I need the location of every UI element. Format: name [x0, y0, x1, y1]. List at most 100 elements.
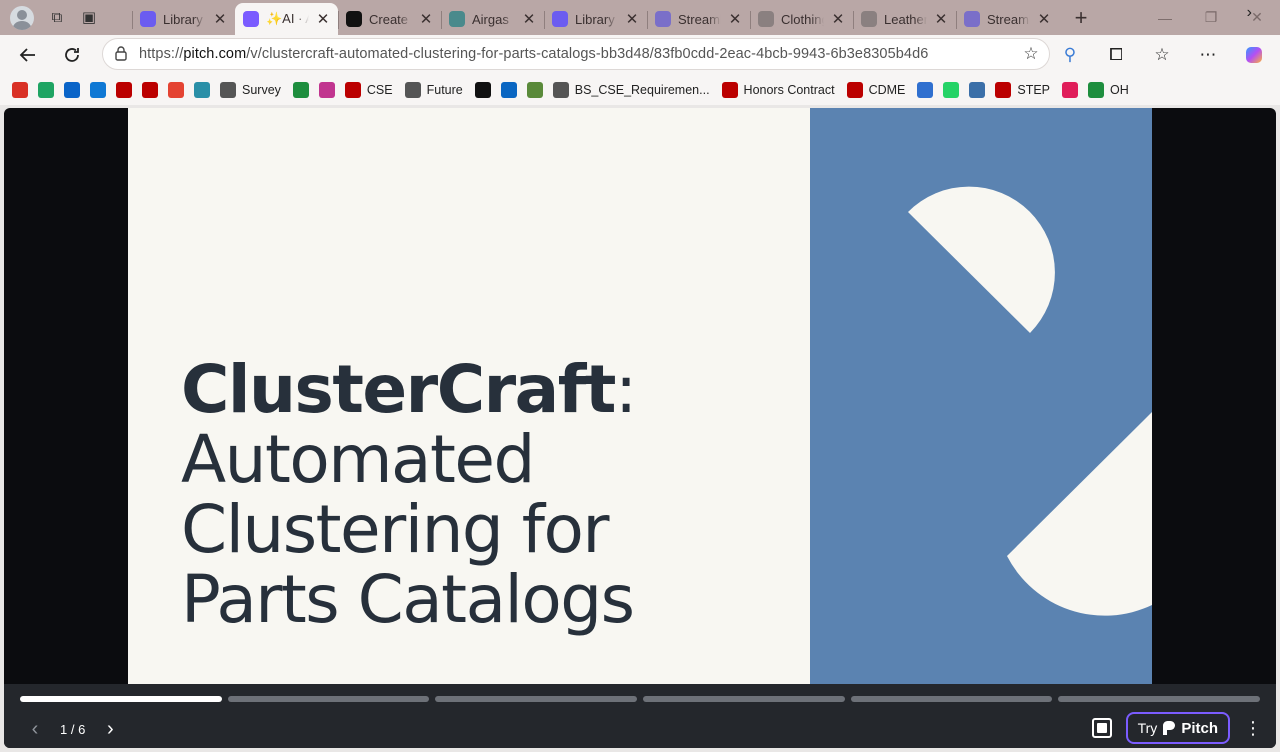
progress-segment[interactable] [227, 696, 430, 702]
url-text[interactable]: https://pitch.com/v/clustercraft-automat… [139, 46, 1013, 62]
profile-avatar[interactable] [10, 5, 34, 30]
next-slide-chevron-icon[interactable]: › [101, 718, 119, 741]
settings-more-icon[interactable]: ⋯ [1190, 37, 1226, 73]
bookmark-item[interactable] [1062, 77, 1088, 103]
bookmark-item[interactable] [917, 77, 943, 103]
bookmark-item[interactable] [90, 77, 116, 103]
bookmark-item[interactable] [12, 77, 38, 103]
outlook-icon [64, 82, 80, 98]
pitch-p-icon [194, 82, 210, 98]
pitch-logo-icon [1163, 721, 1176, 735]
onedrive-icon [90, 82, 106, 98]
browser-tab[interactable]: ✨AI · AI ✕ [235, 3, 338, 35]
bookmark-item[interactable] [292, 77, 319, 103]
bookmark-item[interactable]: STEP [995, 77, 1062, 103]
tab-close-icon[interactable]: ✕ [419, 10, 433, 28]
tab-actions-icon[interactable]: ▣ [80, 9, 98, 27]
previous-slide-chevron-icon[interactable]: ‹ [26, 718, 44, 741]
progress-segment[interactable] [20, 696, 222, 702]
presentation-viewer: ClusterCraft: Automated Clustering for P… [4, 108, 1276, 748]
bookmark-item[interactable] [969, 77, 995, 103]
tab-close-icon[interactable]: ✕ [522, 10, 536, 28]
bookmark-item[interactable]: CSE [344, 77, 405, 103]
bookmarks-overflow-chevron-icon[interactable]: › [1247, 4, 1252, 22]
tab-close-icon[interactable]: ✕ [1037, 10, 1051, 28]
bookmark-item[interactable]: CDME [846, 77, 918, 103]
progress-segment[interactable] [435, 696, 638, 702]
restore-icon[interactable]: ❐ [1188, 0, 1234, 35]
bookmark-item[interactable] [142, 77, 168, 103]
progress-segment[interactable] [850, 696, 1053, 702]
tab-label: Library [575, 11, 615, 27]
tab-label: Streaml [987, 11, 1030, 27]
browser-tab[interactable]: Airgas ✕ [441, 3, 544, 35]
site-info-icon[interactable] [103, 45, 139, 64]
pager: ‹ 1 / 6 › [26, 718, 119, 741]
bookmark-label: CDME [868, 83, 906, 97]
bookmark-item[interactable] [194, 77, 220, 103]
workspaces-icon[interactable]: ⧉ [48, 9, 66, 27]
tab-close-icon[interactable]: ✕ [213, 10, 227, 28]
osu-small-icon [721, 82, 738, 98]
extensions-icon[interactable]: ⧠ [1098, 37, 1134, 73]
slide-title-line-1: Automated [181, 421, 535, 498]
browser-tab[interactable]: Library ✕ [132, 3, 235, 35]
favorite-star-icon[interactable]: ☆ [1013, 44, 1049, 64]
tab-close-icon[interactable]: ✕ [316, 10, 330, 28]
try-pitch-button[interactable]: Try Pitch [1125, 712, 1230, 744]
bookmark-item[interactable]: Survey [220, 77, 293, 103]
progress-segment[interactable] [643, 696, 845, 702]
bookmark-item[interactable]: BS_CSE_Requiremen... [552, 77, 722, 103]
browser-tab[interactable]: Streaml ✕ [956, 3, 1059, 35]
tab-close-icon[interactable]: ✕ [728, 10, 742, 28]
bookmark-item[interactable] [474, 77, 501, 103]
address-bar[interactable]: https://pitch.com/v/clustercraft-automat… [102, 38, 1050, 70]
bookmark-item[interactable]: Future [404, 77, 475, 103]
osu-icon [846, 82, 863, 98]
zotero-icon [917, 82, 934, 98]
tab-favicon-icon [552, 11, 568, 27]
slide-title-bold: ClusterCraft [181, 351, 616, 428]
back-button[interactable] [10, 37, 46, 73]
bookmark-item[interactable] [526, 77, 553, 103]
reload-button[interactable] [54, 37, 90, 73]
bookmark-label: STEP [1017, 83, 1051, 97]
browser-tab[interactable]: Clothing ✕ [750, 3, 853, 35]
browser-tab[interactable]: Streaml ✕ [647, 3, 750, 35]
minimize-icon[interactable]: — [1142, 0, 1188, 35]
todoist-icon [168, 82, 184, 98]
instagram-icon [318, 82, 335, 98]
bookmark-item[interactable] [38, 77, 64, 103]
slide-title-line-3: Parts Catalogs [181, 561, 635, 638]
slide-title-line-2: Clustering for [181, 491, 610, 568]
page-indicator: 1 / 6 [60, 722, 86, 737]
copilot-icon[interactable] [1236, 37, 1272, 73]
bookmark-item[interactable] [943, 77, 969, 103]
globe-icon [552, 82, 569, 98]
progress-segment[interactable] [1058, 696, 1261, 702]
close-window-icon[interactable]: ✕ [1234, 0, 1280, 35]
bookmark-item[interactable]: OH [1088, 77, 1141, 103]
search-icon[interactable]: ⚲ [1052, 37, 1088, 73]
tab-close-icon[interactable]: ✕ [625, 10, 639, 28]
try-label: Try [1137, 720, 1158, 736]
bookmark-item[interactable] [500, 77, 527, 103]
fullscreen-icon[interactable] [1091, 718, 1112, 738]
window-controls: — ❐ ✕ [1142, 0, 1280, 35]
favorites-icon[interactable]: ☆ [1144, 37, 1180, 73]
bookmark-item[interactable] [318, 77, 345, 103]
more-options-icon[interactable]: ⋮ [1244, 718, 1262, 739]
tab-close-icon[interactable]: ✕ [934, 10, 948, 28]
tab-favicon-icon [964, 11, 980, 27]
tab-label: Clothing [781, 11, 824, 27]
bookmark-item[interactable] [64, 77, 90, 103]
browser-tab[interactable]: Library ✕ [544, 3, 647, 35]
bookmark-item[interactable] [116, 77, 142, 103]
browser-tab[interactable]: Leather ✕ [853, 3, 956, 35]
tab-close-icon[interactable]: ✕ [831, 10, 845, 28]
new-tab-button[interactable]: + [1069, 5, 1093, 31]
bookmark-item[interactable]: Honors Contract [721, 77, 847, 103]
browser-tab[interactable]: Create N ✕ [338, 3, 441, 35]
bookmark-item[interactable] [168, 77, 194, 103]
slide-title: ClusterCraft: Automated Clustering for P… [181, 355, 637, 638]
